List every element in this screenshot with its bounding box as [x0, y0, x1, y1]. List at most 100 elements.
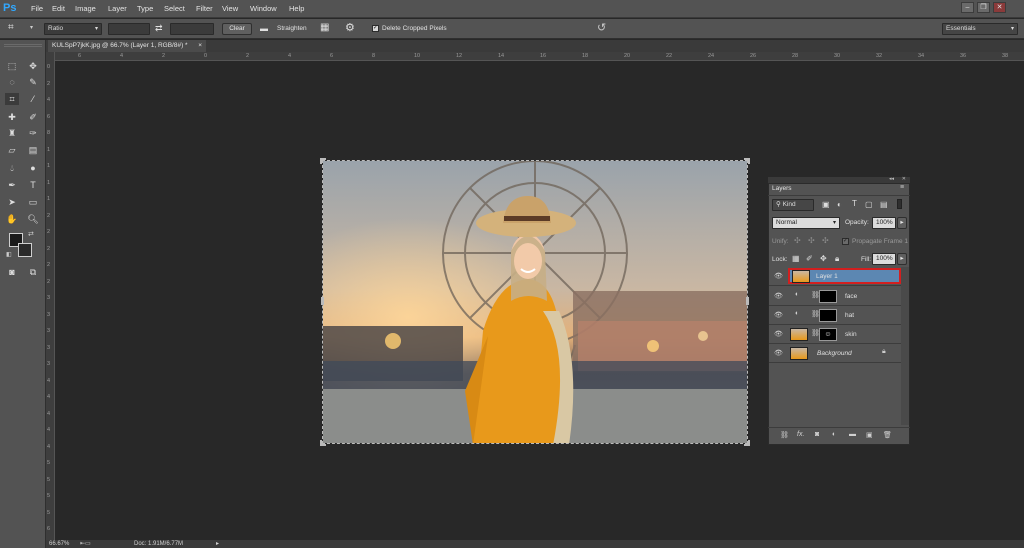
blend-mode-select[interactable]: Normal ▾ [772, 217, 840, 229]
zoom-tool-icon[interactable]: 🔍︎ [26, 213, 40, 225]
close-panel-icon[interactable]: ✕ [902, 176, 906, 182]
menu-image[interactable]: Image [75, 4, 96, 13]
eraser-tool-icon[interactable]: ▱ [5, 144, 19, 156]
layer-mask-thumbnail[interactable] [819, 309, 837, 322]
grid-overlay-icon[interactable]: ▦ [320, 22, 329, 33]
lock-transparent-icon[interactable]: ▦ [792, 254, 800, 263]
reset-icon[interactable]: ↺ [597, 21, 606, 34]
filter-type-icon[interactable]: T [852, 199, 857, 208]
zoom-level[interactable]: 66.67% [49, 540, 69, 548]
lock-pixels-icon[interactable]: ✐ [806, 254, 813, 263]
crop-handle-right[interactable] [746, 297, 749, 305]
filter-kind-select[interactable]: ⚲ Kind [772, 199, 814, 211]
visibility-eye-icon[interactable]: 👁︎ [774, 330, 783, 338]
fill-input[interactable]: 100% [872, 253, 896, 265]
filter-smart-object-icon[interactable]: ▤ [880, 200, 888, 209]
menu-window[interactable]: Window [250, 4, 277, 13]
crop-handle-top-right[interactable] [744, 158, 750, 164]
collapse-icon[interactable]: ◂◂ [889, 176, 894, 182]
panel-menu-icon[interactable]: ≡ [900, 184, 904, 191]
crop-handle-bottom-left[interactable] [320, 440, 326, 446]
crop-width-input[interactable] [108, 23, 150, 35]
layer-row-hat[interactable]: 👁︎ ◐ ⛓︎ hat [769, 306, 901, 325]
close-tab-icon[interactable]: × [198, 40, 202, 52]
path-select-tool-icon[interactable]: ➤ [5, 196, 19, 208]
chevron-down-icon[interactable]: ▾ [30, 24, 33, 31]
visibility-eye-icon[interactable]: 👁︎ [774, 311, 783, 319]
gradient-tool-icon[interactable]: ▤ [26, 144, 40, 156]
layer-row-background[interactable]: 👁︎ Background 🔒︎ [769, 344, 901, 363]
minimize-icon[interactable]: – [961, 2, 974, 13]
link-layers-icon[interactable]: ⛓︎ [780, 431, 789, 439]
unify-position-icon[interactable]: ✣ [794, 236, 801, 245]
layer-name[interactable]: Background [817, 350, 852, 357]
filter-shape-icon[interactable]: ▢ [865, 200, 873, 209]
eyedropper-tool-icon[interactable]: ⁄ [26, 93, 40, 105]
ratio-select[interactable]: Ratio ▾ [44, 23, 102, 35]
workspace-select[interactable]: Essentials ▾ [942, 23, 1018, 35]
delete-cropped-checkbox[interactable]: ✓ [372, 25, 379, 32]
crop-handle-left[interactable] [321, 297, 324, 305]
move-tool-icon[interactable]: ✥ [26, 60, 40, 72]
layer-mask-thumbnail[interactable]: ☺ [819, 328, 837, 341]
lock-all-icon[interactable]: 🔒︎ [835, 254, 839, 264]
menu-file[interactable]: File [31, 4, 43, 13]
layer-style-fx-icon[interactable]: fx. [797, 431, 804, 438]
healing-brush-tool-icon[interactable]: ✚ [5, 111, 19, 123]
menu-filter[interactable]: Filter [196, 4, 213, 13]
layer-name[interactable]: hat [845, 312, 854, 319]
crop-tool-icon[interactable]: ⌗ [8, 22, 14, 33]
layer-name[interactable]: Layer 1 [816, 273, 838, 280]
filter-pixel-icon[interactable]: ▣ [822, 200, 830, 209]
layer-name[interactable]: skin [845, 331, 857, 338]
menu-layer[interactable]: Layer [108, 4, 127, 13]
brush-tool-icon[interactable]: ✐ [26, 111, 40, 123]
layer-row-face[interactable]: 👁︎ ◐ ⛓︎ face [769, 287, 901, 306]
lasso-tool-icon[interactable]: ◌ [5, 76, 19, 88]
status-menu-arrow-icon[interactable]: ▸ [216, 540, 219, 548]
menu-select[interactable]: Select [164, 4, 185, 13]
visibility-eye-icon[interactable]: 👁︎ [774, 272, 783, 280]
quick-mask-icon[interactable]: ◙ [5, 266, 19, 278]
opacity-input[interactable]: 100% [872, 217, 896, 229]
history-brush-tool-icon[interactable]: ✑ [26, 127, 40, 139]
new-adjustment-icon[interactable]: ◐ [832, 431, 836, 438]
fill-dropdown-button[interactable]: ▸ [897, 253, 907, 265]
gear-icon[interactable]: ⚙ [345, 21, 355, 34]
opacity-dropdown-button[interactable]: ▸ [897, 217, 907, 229]
propagate-frame-checkbox[interactable]: ✓ [842, 238, 849, 245]
layer-mask-thumbnail[interactable] [819, 290, 837, 303]
lock-position-icon[interactable]: ✥ [820, 254, 827, 263]
menu-type[interactable]: Type [137, 4, 153, 13]
visibility-eye-icon[interactable]: 👁︎ [774, 292, 783, 300]
background-color-swatch[interactable] [18, 243, 32, 257]
default-colors-icon[interactable]: ◧ [6, 251, 12, 258]
visibility-eye-icon[interactable]: 👁︎ [774, 349, 783, 357]
crop-tool-icon[interactable]: ⌗ [5, 93, 19, 105]
restore-icon[interactable]: ❐ [977, 2, 990, 13]
clear-button[interactable]: Clear [222, 23, 252, 35]
crop-height-input[interactable] [170, 23, 214, 35]
crop-handle-bottom-right[interactable] [744, 440, 750, 446]
layer-row-layer-1[interactable]: 👁︎ Layer 1 [769, 267, 901, 286]
add-mask-icon[interactable]: ◙ [815, 431, 819, 438]
toolbar-grip[interactable] [4, 44, 42, 47]
document-tab[interactable]: KULSpP7jkK.jpg @ 66.7% (Layer 1, RGB/8#)… [48, 40, 206, 52]
menu-edit[interactable]: Edit [52, 4, 65, 13]
close-icon[interactable]: ✕ [993, 2, 1006, 13]
crop-handle-top-left[interactable] [320, 158, 326, 164]
hand-tool-icon[interactable]: ✋ [5, 213, 19, 225]
layers-panel-title[interactable]: Layers [772, 185, 792, 192]
straighten-label[interactable]: Straighten [277, 25, 307, 32]
filter-toggle[interactable] [897, 199, 902, 209]
layer-name[interactable]: face [845, 293, 857, 300]
unify-style-icon[interactable]: ✣ [822, 236, 829, 245]
new-layer-icon[interactable]: ▣ [866, 431, 873, 439]
screen-mode-icon[interactable]: ⧉ [26, 266, 40, 278]
delete-layer-icon[interactable]: 🗑︎ [883, 431, 892, 439]
new-group-icon[interactable]: ▬ [849, 431, 856, 438]
quick-select-tool-icon[interactable]: ✎ [26, 76, 40, 88]
menu-help[interactable]: Help [289, 4, 304, 13]
marquee-tool-icon[interactable]: ⬚ [5, 60, 19, 72]
layer-row-skin[interactable]: 👁︎ ⛓︎ ☺ skin [769, 325, 901, 344]
